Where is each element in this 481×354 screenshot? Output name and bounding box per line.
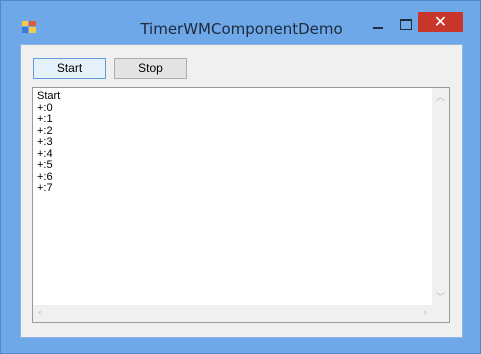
title-bar[interactable]: TimerWMComponentDemo ✕ bbox=[1, 1, 480, 43]
log-line: Start bbox=[37, 90, 61, 102]
log-line: +:7 bbox=[37, 182, 53, 194]
chevron-right-icon[interactable]: › bbox=[423, 308, 427, 318]
chevron-down-icon[interactable]: ﹀ bbox=[436, 290, 445, 303]
chevron-left-icon[interactable]: ‹ bbox=[38, 308, 42, 318]
close-button[interactable]: ✕ bbox=[418, 12, 463, 32]
log-line: +:0 bbox=[37, 101, 53, 114]
stop-button[interactable]: Stop bbox=[114, 58, 187, 79]
log-line: +:6 bbox=[37, 170, 53, 183]
chevron-up-icon[interactable]: ︿ bbox=[436, 90, 445, 103]
log-line: +:4 bbox=[37, 147, 53, 160]
close-icon: ✕ bbox=[433, 12, 448, 31]
minimize-icon bbox=[373, 27, 383, 29]
minimize-button[interactable] bbox=[367, 13, 389, 33]
maximize-icon bbox=[400, 19, 412, 30]
app-window: TimerWMComponentDemo ✕ Start Stop Start +… bbox=[0, 0, 481, 354]
log-lines: Start +:0 +:1 +:2 +:3 +:4 +:5 +:6 +:7 bbox=[37, 90, 429, 195]
vertical-scrollbar[interactable]: ︿ ﹀ bbox=[432, 88, 449, 305]
log-line: +:5 bbox=[37, 159, 53, 171]
scrollbar-corner bbox=[432, 305, 449, 322]
horizontal-scrollbar[interactable]: ‹ › bbox=[33, 305, 432, 322]
start-button[interactable]: Start bbox=[33, 58, 106, 79]
log-line: +:3 bbox=[37, 136, 53, 148]
log-listbox[interactable]: Start +:0 +:1 +:2 +:3 +:4 +:5 +:6 +:7 ︿ ﹀ ‹ › bbox=[32, 87, 450, 323]
maximize-button[interactable] bbox=[395, 13, 417, 33]
log-line: +:2 bbox=[37, 124, 53, 137]
client-area: Start Stop Start +:0 +:1 +:2 +:3 +:4 +:5 +:6 +:7… bbox=[20, 44, 463, 338]
log-line: +:1 bbox=[37, 113, 53, 125]
